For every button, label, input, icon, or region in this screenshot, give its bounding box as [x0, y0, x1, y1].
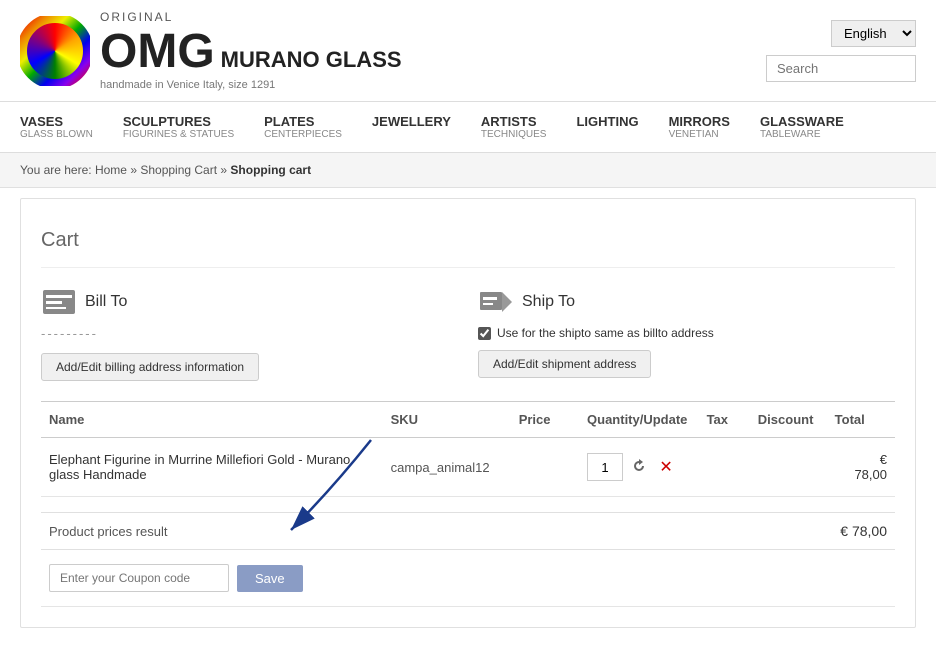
nav-label-sculptures: SCULPTURES: [123, 114, 234, 129]
cart-title: Cart: [41, 219, 895, 268]
language-dropdown[interactable]: English Italian German French: [831, 20, 916, 47]
bill-to-label: Bill To: [85, 293, 127, 311]
sidebar-item-jewellery[interactable]: JEWELLERY: [372, 102, 451, 152]
nav-label-jewellery: JEWELLERY: [372, 114, 451, 129]
save-coupon-button[interactable]: Save: [237, 565, 303, 592]
same-address-row: Use for the shipto same as billto addres…: [478, 326, 895, 340]
breadcrumb-current: Shopping cart: [230, 163, 311, 177]
ship-to-label: Ship To: [522, 293, 575, 311]
refresh-qty-button[interactable]: [628, 456, 650, 478]
nav-items: VASES GLASS BLOWN SCULPTURES FIGURINES &…: [20, 102, 916, 152]
total-currency: €: [880, 452, 887, 467]
summary-label: Product prices result: [49, 524, 168, 539]
th-sku: SKU: [383, 402, 511, 438]
logo-area: ORIGINAL OMG MURANO GLASS handmade in Ve…: [20, 10, 402, 91]
table-header-row: Name SKU Price Quantity/Update Tax Disco…: [41, 402, 895, 438]
sidebar-item-sculptures[interactable]: SCULPTURES FIGURINES & STATUES: [123, 102, 234, 152]
nav-sub-glassware: TABLEWARE: [760, 129, 844, 140]
sidebar-item-plates[interactable]: PLATES CENTERPIECES: [264, 102, 342, 152]
table-row: Elephant Figurine in Murrine Millefiori …: [41, 438, 895, 497]
nav-label-glassware: GLASSWARE: [760, 114, 844, 129]
breadcrumb: You are here: Home » Shopping Cart » Sho…: [0, 153, 936, 188]
navigation: VASES GLASS BLOWN SCULPTURES FIGURINES &…: [0, 102, 936, 153]
address-section: Bill To --------- Add/Edit billing addre…: [41, 288, 895, 381]
ship-icon: [478, 288, 514, 316]
quantity-input[interactable]: [587, 453, 623, 481]
product-name: Elephant Figurine in Murrine Millefiori …: [41, 438, 383, 497]
same-address-checkbox[interactable]: [478, 327, 491, 340]
nav-sub-mirrors: VENETIAN: [669, 129, 730, 140]
nav-sub-artists: TECHNIQUES: [481, 129, 547, 140]
summary-total: € 78,00: [840, 523, 887, 539]
cart-container: Cart Bill To --------- Add/Edit billing …: [20, 198, 916, 628]
summary-row: Product prices result € 78,00: [41, 512, 895, 550]
ship-to-block: Ship To Use for the shipto same as billt…: [478, 288, 895, 381]
logo-original: ORIGINAL: [100, 10, 402, 24]
header: ORIGINAL OMG MURANO GLASS handmade in Ve…: [0, 0, 936, 102]
sidebar-item-mirrors[interactable]: MIRRORS VENETIAN: [669, 102, 730, 152]
nav-sub-vases: GLASS BLOWN: [20, 129, 93, 140]
breadcrumb-home[interactable]: Home: [95, 163, 127, 177]
search-input[interactable]: [766, 55, 916, 82]
same-address-label: Use for the shipto same as billto addres…: [497, 326, 714, 340]
bill-to-dashes: ---------: [41, 326, 458, 341]
nav-label-artists: ARTISTS: [481, 114, 547, 129]
coupon-input[interactable]: [49, 564, 229, 592]
product-tax: [699, 438, 750, 497]
sidebar-item-vases[interactable]: VASES GLASS BLOWN: [20, 102, 93, 152]
qty-control: ✕: [587, 453, 691, 481]
bill-to-header: Bill To: [41, 288, 458, 316]
nav-sub-plates: CENTERPIECES: [264, 129, 342, 140]
nav-label-plates: PLATES: [264, 114, 342, 129]
th-name: Name: [41, 402, 383, 438]
logo-brand: MURANO GLASS: [221, 47, 402, 73]
edit-billing-button[interactable]: Add/Edit billing address information: [41, 353, 259, 381]
bill-to-block: Bill To --------- Add/Edit billing addre…: [41, 288, 458, 381]
nav-label-lighting: LIGHTING: [576, 114, 638, 129]
logo-omg: OMG: [100, 24, 215, 79]
breadcrumb-prefix: You are here:: [20, 163, 92, 177]
logo-icon: [20, 16, 90, 86]
th-total: Total: [827, 402, 895, 438]
th-tax: Tax: [699, 402, 750, 438]
sidebar-item-glassware[interactable]: GLASSWARE TABLEWARE: [760, 102, 844, 152]
logo-text: ORIGINAL OMG MURANO GLASS handmade in Ve…: [100, 10, 402, 91]
nav-label-vases: VASES: [20, 114, 93, 129]
product-total: € 78,00: [827, 438, 895, 497]
nav-sub-sculptures: FIGURINES & STATUES: [123, 129, 234, 140]
product-price: [511, 438, 579, 497]
edit-shipment-button[interactable]: Add/Edit shipment address: [478, 350, 651, 378]
logo-tagline: handmade in Venice Italy, size 1291: [100, 79, 402, 91]
header-right: English Italian German French: [766, 20, 916, 82]
breadcrumb-cart-link[interactable]: Shopping Cart: [140, 163, 217, 177]
th-discount: Discount: [750, 402, 827, 438]
nav-label-mirrors: MIRRORS: [669, 114, 730, 129]
sidebar-item-lighting[interactable]: LIGHTING: [576, 102, 638, 152]
ship-to-header: Ship To: [478, 288, 895, 316]
coupon-section: Save: [41, 550, 895, 607]
remove-item-button[interactable]: ✕: [655, 456, 677, 478]
total-value: 78,00: [854, 467, 887, 482]
cart-table: Name SKU Price Quantity/Update Tax Disco…: [41, 401, 895, 497]
product-qty-cell: ✕: [579, 438, 699, 497]
sidebar-item-artists[interactable]: ARTISTS TECHNIQUES: [481, 102, 547, 152]
product-discount: [750, 438, 827, 497]
product-sku: campa_animal12: [383, 438, 511, 497]
th-qty: Quantity/Update: [579, 402, 699, 438]
bill-icon: [41, 288, 77, 316]
th-price: Price: [511, 402, 579, 438]
language-selector[interactable]: English Italian German French: [831, 20, 916, 47]
